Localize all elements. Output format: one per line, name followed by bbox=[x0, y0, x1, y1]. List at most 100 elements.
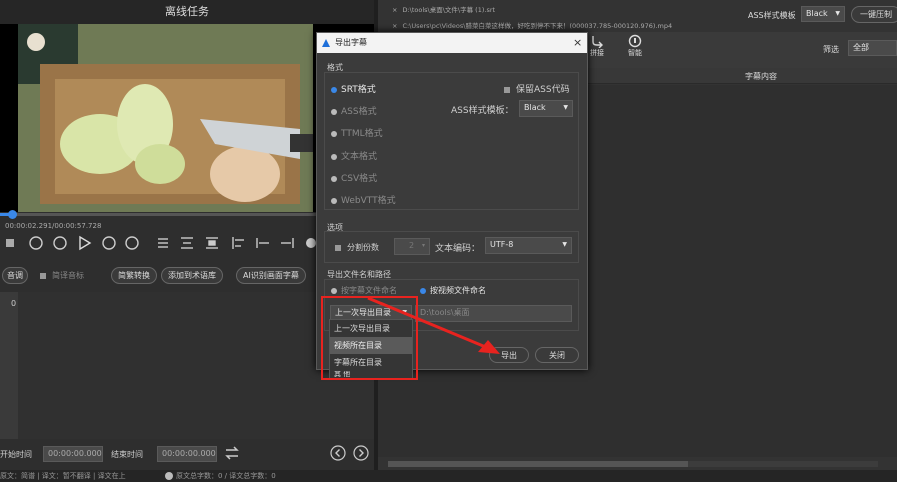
rewind-1-icon bbox=[53, 236, 67, 250]
split-count-stepper[interactable]: 2 ▾ bbox=[394, 238, 430, 255]
add-glossary-button[interactable]: 添加到术语库 bbox=[161, 267, 223, 284]
remove-file-icon[interactable]: × bbox=[392, 22, 397, 30]
format-option-csv[interactable]: CSV格式 bbox=[331, 171, 377, 184]
keep-ass-code-label: 保留ASS代码 bbox=[516, 85, 570, 95]
split-checkbox[interactable]: 分割份数 bbox=[335, 242, 379, 253]
radio-icon bbox=[331, 130, 337, 137]
align-icon-2 bbox=[181, 237, 193, 249]
char-count: 原文总字数：0 / 译文总字数：0 bbox=[176, 472, 276, 480]
format-option-label: WebVTT格式 bbox=[341, 196, 396, 206]
status-text: 原文：简谱 | 译文：暂不翻译 | 译文在上 bbox=[0, 472, 126, 480]
simple-translate-label: 简译音标 bbox=[52, 271, 84, 280]
filter-label: 筛选 bbox=[823, 45, 839, 54]
burn-subtitle-button[interactable]: 一键压制 bbox=[851, 6, 897, 23]
radio-icon bbox=[331, 153, 337, 160]
format-option-label: ASS格式 bbox=[341, 107, 377, 117]
radio-icon bbox=[331, 175, 337, 182]
split-label: 分割份数 bbox=[347, 243, 379, 252]
align-icon-1 bbox=[158, 238, 168, 248]
dialog-close-button[interactable]: 关闭 bbox=[535, 347, 579, 363]
next-page-icon[interactable] bbox=[353, 445, 369, 461]
format-option-label: CSV格式 bbox=[341, 174, 378, 184]
simple-translate-checkbox[interactable] bbox=[40, 272, 46, 279]
style-template-value: Black bbox=[806, 9, 828, 18]
left-title-bar: 离线任务 bbox=[0, 0, 374, 24]
radio-icon bbox=[331, 197, 337, 204]
radio-icon bbox=[331, 287, 337, 294]
align-icon-4 bbox=[232, 237, 244, 249]
format-option-ass[interactable]: ASS格式 bbox=[331, 104, 377, 117]
style-template-select[interactable]: Black ▼ bbox=[801, 6, 845, 22]
close-icon[interactable]: × bbox=[573, 33, 582, 53]
smart-icon bbox=[628, 34, 642, 48]
time-readout: 00:00:02.291/00:00:57.728 bbox=[5, 222, 102, 230]
align-icon-3 bbox=[206, 237, 218, 249]
checkbox-icon bbox=[504, 86, 510, 93]
window-title: 离线任务 bbox=[165, 5, 209, 18]
status-bar: 原文：简谱 | 译文：暂不翻译 | 译文在上 原文总字数：0 / 译文总字数：0 bbox=[0, 470, 897, 482]
start-time-input[interactable]: 00:00:00.000 bbox=[43, 446, 103, 462]
file-path: D:\tools\桌面\文件\字幕 (1).srt bbox=[402, 6, 496, 14]
format-option-webvtt[interactable]: WebVTT格式 bbox=[331, 193, 396, 206]
style-template-label: ASS样式模板 bbox=[748, 11, 796, 20]
end-time-label: 结束时间 bbox=[111, 450, 143, 459]
ass-template-value: Black bbox=[524, 103, 546, 112]
scrollbar-thumb[interactable] bbox=[388, 461, 688, 467]
prev-icon bbox=[256, 238, 269, 248]
convert-button[interactable]: 简繁转换 bbox=[111, 267, 157, 284]
tool-smart[interactable]: 智能 bbox=[621, 34, 649, 58]
format-option-label: 文本格式 bbox=[341, 152, 378, 162]
horizontal-scrollbar[interactable] bbox=[388, 461, 878, 467]
ass-template-label: ASS样式模板： bbox=[451, 106, 514, 116]
next-icon bbox=[281, 238, 294, 248]
dialog-title: 导出字幕 bbox=[335, 38, 367, 47]
annotation-arrow bbox=[367, 296, 500, 354]
progress-handle[interactable] bbox=[8, 210, 17, 219]
ai-recognize-button[interactable]: AI识别画面字幕 bbox=[236, 267, 306, 284]
stepper-icon: ▾ bbox=[421, 242, 425, 249]
play-icon bbox=[79, 235, 92, 251]
dialog-title-bar: 导出字幕 × bbox=[317, 33, 587, 53]
prev-page-icon[interactable] bbox=[330, 445, 346, 461]
globe-icon bbox=[306, 238, 316, 248]
file-path: C:\Users\pc\Videos\腊菜白菜这样做，好吃到停不下来！(0000… bbox=[402, 22, 673, 30]
rewind-5-icon bbox=[29, 236, 43, 250]
forward-5-icon bbox=[125, 236, 139, 250]
encoding-select[interactable]: UTF-8 ▼ bbox=[485, 237, 572, 254]
tone-button[interactable]: 音调 bbox=[2, 267, 28, 284]
help-icon[interactable] bbox=[165, 472, 173, 480]
ass-template-select[interactable]: Black ▼ bbox=[519, 100, 573, 117]
column-header-content: 字幕内容 bbox=[745, 72, 777, 81]
radio-icon bbox=[331, 108, 337, 115]
app-logo-icon bbox=[322, 39, 330, 47]
format-option-text[interactable]: 文本格式 bbox=[331, 149, 377, 162]
filter-value: 全部 bbox=[853, 43, 869, 52]
keep-ass-code-checkbox[interactable]: 保留ASS代码 bbox=[504, 82, 570, 95]
swap-icon[interactable] bbox=[224, 446, 240, 460]
remove-file-icon[interactable]: × bbox=[392, 6, 397, 14]
checkbox-icon bbox=[335, 244, 341, 251]
forward-1-icon bbox=[102, 236, 116, 250]
encoding-label: 文本编码： bbox=[435, 244, 481, 254]
time-row: 开始时间 00:00:00.000 结束时间 00:00:00.000 bbox=[0, 444, 374, 464]
row-number: 0 bbox=[11, 299, 17, 308]
stop-icon bbox=[6, 239, 14, 247]
merge-icon bbox=[592, 36, 603, 48]
chevron-down-icon: ▼ bbox=[562, 241, 567, 248]
radio-selected-icon bbox=[331, 86, 337, 93]
file-list: × D:\tools\桌面\文件\字幕 (1).srt × C:\Users\pc\… bbox=[380, 2, 740, 34]
filter-select[interactable]: 全部 bbox=[848, 40, 897, 56]
simple-translate-toggle[interactable]: 简译音标 bbox=[40, 270, 84, 281]
end-time-input[interactable]: 00:00:00.000 bbox=[157, 446, 217, 462]
start-time-label: 开始时间 bbox=[0, 450, 32, 459]
encoding-value: UTF-8 bbox=[490, 240, 514, 249]
format-option-ttml[interactable]: TTML格式 bbox=[331, 126, 383, 139]
chevron-down-icon: ▼ bbox=[563, 104, 568, 111]
format-option-srt[interactable]: SRT格式 bbox=[331, 82, 376, 95]
format-option-label: SRT格式 bbox=[341, 85, 376, 95]
line-gutter bbox=[0, 292, 18, 439]
split-count-value: 2 bbox=[409, 241, 415, 250]
file-item[interactable]: × D:\tools\桌面\文件\字幕 (1).srt bbox=[380, 2, 740, 18]
format-option-label: TTML格式 bbox=[341, 129, 383, 139]
chevron-down-icon: ▼ bbox=[835, 10, 840, 17]
